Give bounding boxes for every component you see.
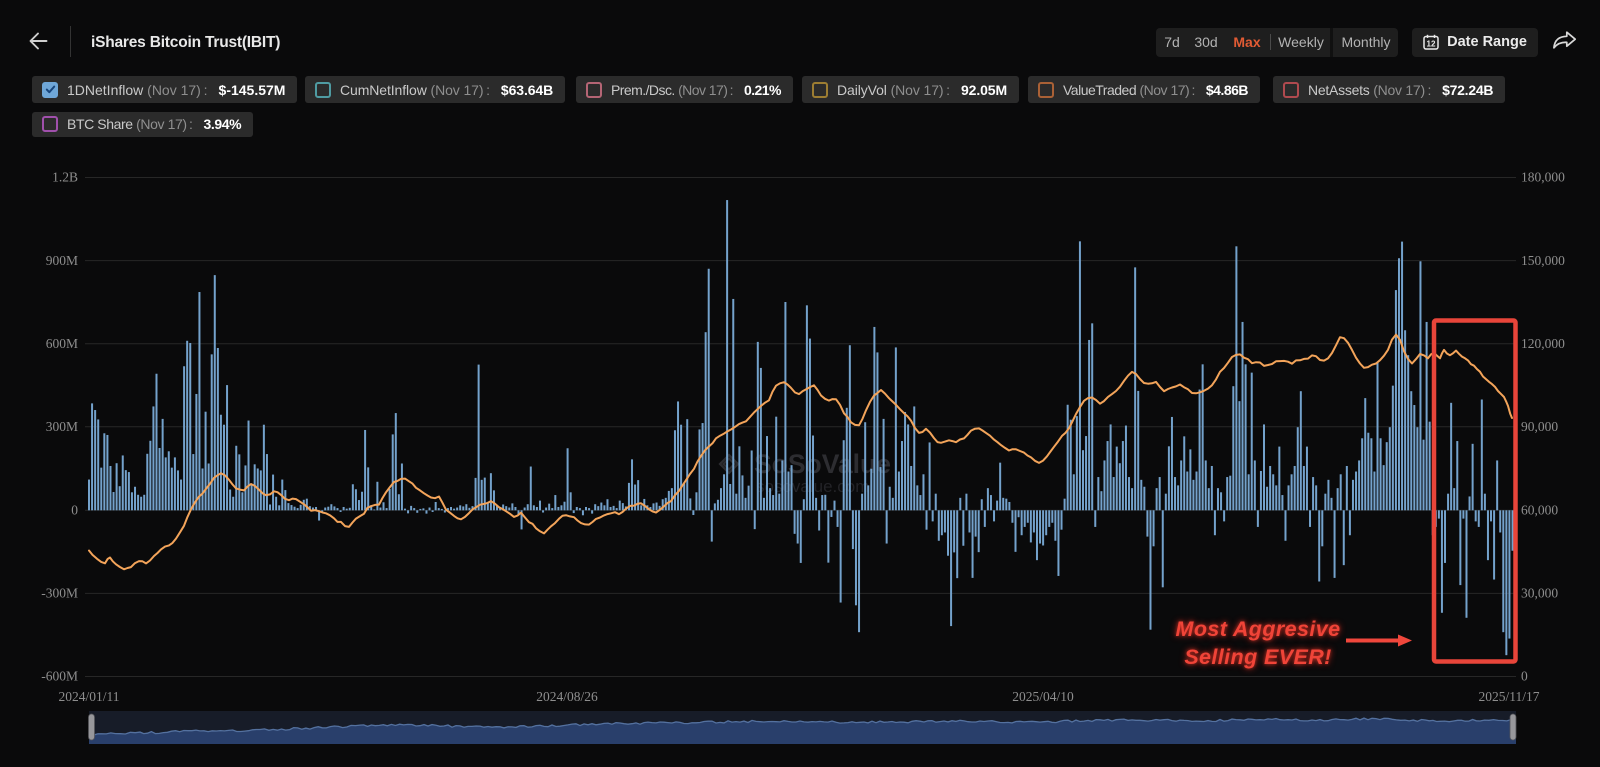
svg-text:2024/08/26: 2024/08/26 (536, 689, 598, 704)
svg-text:2024/01/11: 2024/01/11 (58, 689, 119, 704)
svg-text:2025/11/17: 2025/11/17 (1478, 689, 1539, 704)
svg-text:-300M: -300M (41, 586, 78, 601)
svg-text:12: 12 (1427, 40, 1436, 49)
svg-text:300M: 300M (46, 419, 78, 434)
svg-text:90,000: 90,000 (1521, 419, 1558, 434)
svg-text:150,000: 150,000 (1521, 253, 1565, 268)
svg-text:180,000: 180,000 (1521, 170, 1565, 185)
svg-text:-600M: -600M (41, 669, 78, 684)
svg-text:30,000: 30,000 (1521, 586, 1558, 601)
svg-text:1.2B: 1.2B (52, 170, 78, 185)
svg-text:0: 0 (1521, 669, 1528, 684)
svg-text:60,000: 60,000 (1521, 503, 1558, 518)
svg-text:900M: 900M (46, 253, 78, 268)
svg-text:600M: 600M (46, 336, 78, 351)
svg-text:2025/04/10: 2025/04/10 (1012, 689, 1074, 704)
svg-text:0: 0 (71, 503, 78, 518)
svg-text:120,000: 120,000 (1521, 336, 1565, 351)
